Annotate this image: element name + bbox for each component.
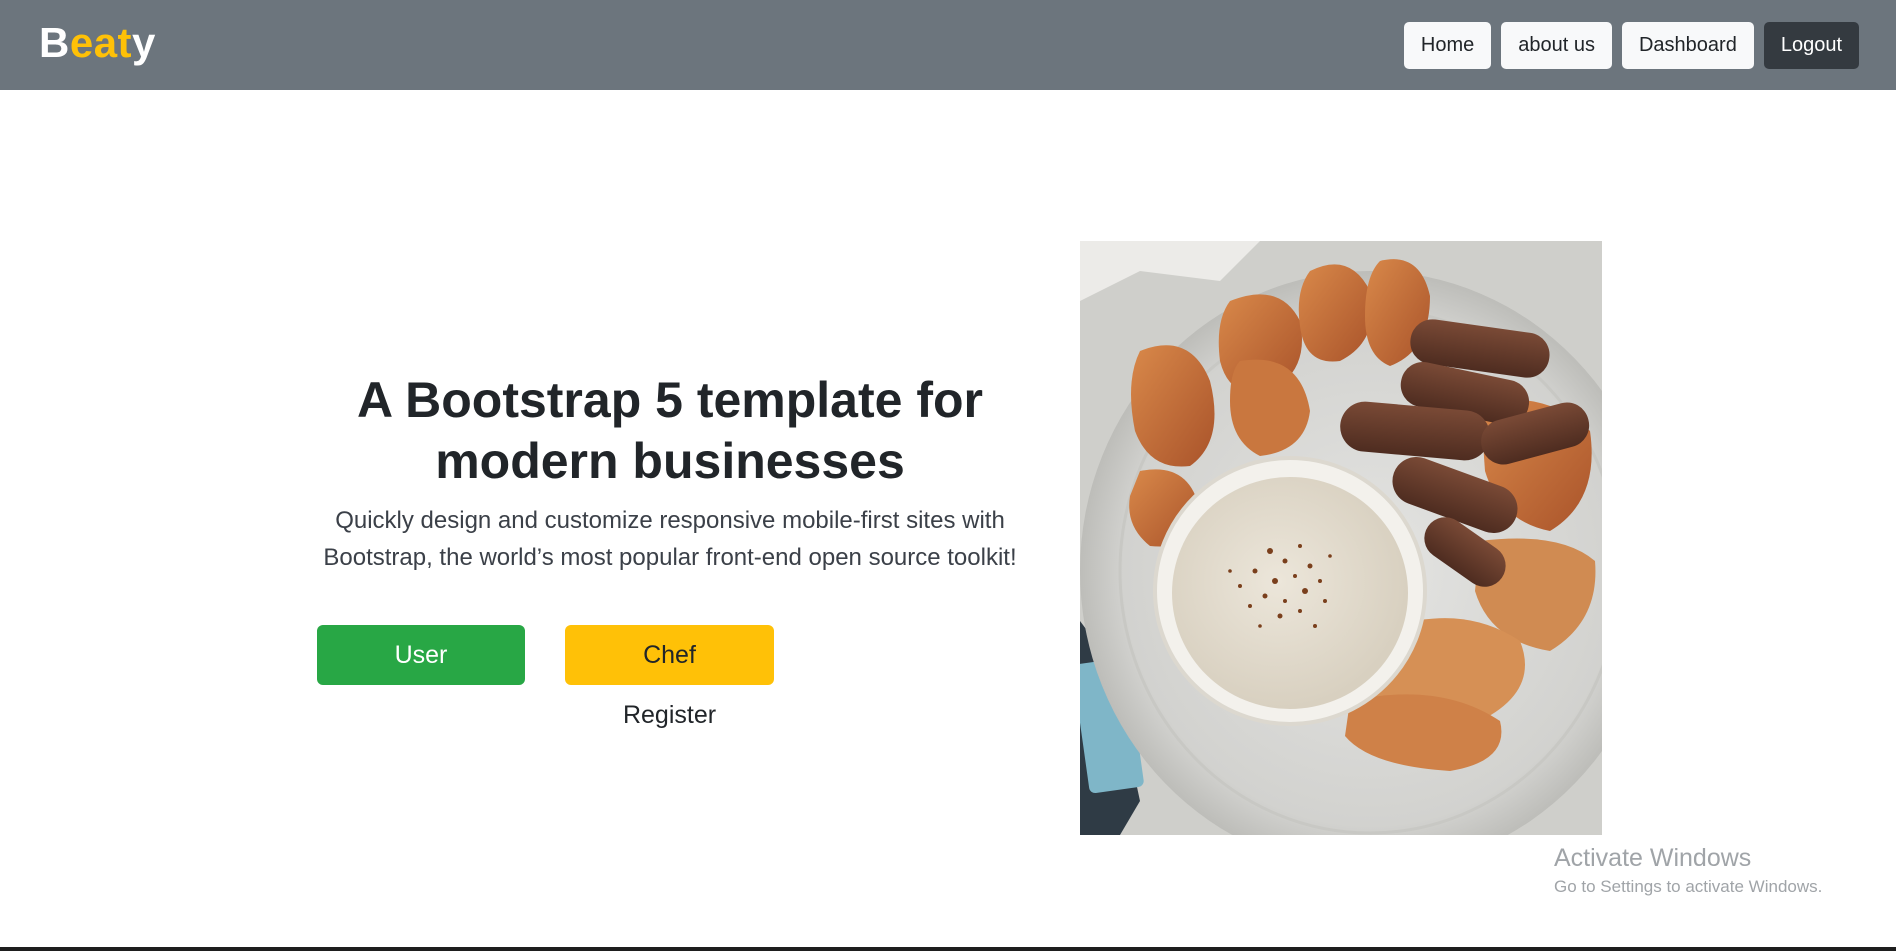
brand-last-letter: y: [132, 19, 156, 66]
chef-register-button[interactable]: Chef Register: [565, 625, 774, 729]
hero-text: A Bootstrap 5 template for modern busine…: [310, 370, 1030, 576]
nav-buttons: Home about us Dashboard Logout: [1403, 22, 1859, 69]
taskbar-edge: [0, 947, 1896, 951]
hero-lead: Quickly design and customize responsive …: [323, 507, 1017, 571]
dashboard-button[interactable]: Dashboard: [1621, 22, 1754, 69]
sauce-bowl: [1153, 456, 1427, 726]
food-platter-illustration: [1080, 241, 1602, 835]
activate-windows-watermark: Activate Windows Go to Settings to activ…: [1554, 842, 1822, 900]
navbar: Beaty Home about us Dashboard Logout: [0, 0, 1896, 90]
logout-button[interactable]: Logout: [1763, 22, 1859, 69]
food-platter-image: [1080, 241, 1602, 835]
watermark-title: Activate Windows: [1554, 844, 1752, 872]
hero-title: A Bootstrap 5 template for modern busine…: [356, 372, 983, 489]
watermark-subtitle: Go to Settings to activate Windows.: [1554, 877, 1823, 896]
register-buttons: User Register Chef Register: [317, 625, 774, 729]
brand-logo[interactable]: Beaty: [39, 18, 156, 68]
home-button[interactable]: Home: [1403, 22, 1492, 69]
user-register-button[interactable]: User Register: [317, 625, 525, 729]
brand-accent-text: eat: [69, 19, 133, 66]
about-us-button[interactable]: about us: [1501, 22, 1612, 69]
brand-first-letter: B: [39, 19, 70, 66]
